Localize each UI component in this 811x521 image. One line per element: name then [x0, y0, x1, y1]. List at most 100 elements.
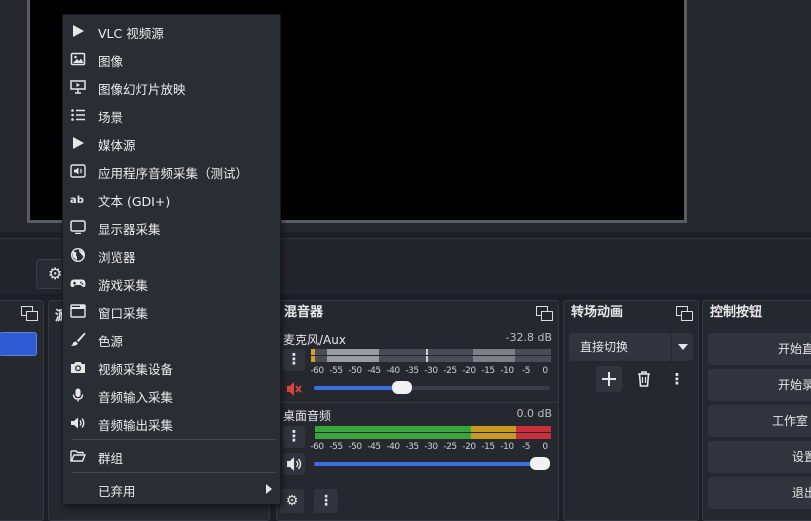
menu-item-label: 已弃用	[98, 484, 136, 499]
scene-item-selected[interactable]	[0, 332, 37, 356]
slideshow-icon	[70, 80, 86, 94]
menu-item-label: 场景	[98, 110, 124, 125]
chevron-down-icon[interactable]	[671, 333, 693, 361]
settings-button[interactable]: 设置	[708, 441, 811, 473]
mixer-channel-desktop: 桌面音频 0.0 dB ⋮ -60 -55 -50 -45 -40 -35 -30 -25 -2…	[280, 407, 555, 477]
menu-item-label: 文本 (GDI+)	[98, 194, 171, 209]
db-scale-tick: -35	[405, 442, 419, 452]
volume-slider-handle[interactable]	[392, 381, 412, 394]
menu-item-7[interactable]: ab 文本 (GDI+)	[63, 185, 280, 213]
exit-button[interactable]: 退出	[708, 477, 811, 509]
mixer-dock-title: 混音器	[277, 301, 558, 325]
menu-item-11[interactable]: 窗口采集	[63, 297, 280, 325]
db-scale-tick: -30	[424, 442, 438, 452]
start-recording-button[interactable]: 开始录	[708, 369, 811, 401]
volume-meter	[311, 426, 551, 440]
db-scale-tick: -40	[386, 442, 400, 452]
transitions-dock: 转场动画 直接切换 ⋮	[563, 300, 699, 521]
menu-item-6[interactable]: 应用程序音频采集（测试）	[63, 157, 280, 185]
db-scale-tick: -40	[386, 366, 400, 376]
image-icon	[70, 52, 86, 66]
db-scale: -60 -55 -50 -45 -40 -35 -30 -25 -20 -15 -10 -5 0	[310, 366, 551, 378]
muted-speaker-icon[interactable]	[283, 378, 305, 400]
popout-icon[interactable]	[676, 306, 693, 321]
obs-window: ⚙ 源 混音器 麦克风/Aux -32.8 dB ⋮	[0, 0, 811, 521]
volume-slider[interactable]	[314, 457, 550, 470]
trash-icon[interactable]	[631, 366, 657, 392]
menu-item-label: 浏览器	[98, 250, 136, 265]
studio-mode-button[interactable]: 工作室	[708, 405, 811, 437]
popout-icon[interactable]	[536, 306, 553, 321]
plus-icon[interactable]	[596, 366, 622, 392]
menu-item-label: 图像幻灯片放映	[98, 82, 186, 97]
db-scale-tick: -55	[329, 366, 343, 376]
menu-item-label: 音频输入采集	[98, 390, 174, 405]
controls-dock: 控制按钮 开始直 开始录 工作室 设置 退出	[702, 300, 811, 521]
menu-item-14[interactable]: 音频输入采集	[63, 381, 280, 409]
menu-item-13[interactable]: 视频采集设备	[63, 353, 280, 381]
channel-name: 桌面音频	[283, 409, 332, 423]
window-icon	[70, 304, 86, 318]
db-scale-tick: -25	[443, 442, 457, 452]
popout-icon[interactable]	[21, 306, 38, 321]
db-scale-tick: -60	[310, 442, 324, 452]
db-scale: -60 -55 -50 -45 -40 -35 -30 -25 -20 -15 -10 -5 0	[310, 442, 551, 454]
add-source-menu: VLC 视频源 图像图像幻灯片放映 场景媒体源应用程序音频采集（测试） ab 文本 (G…	[62, 14, 281, 505]
db-scale-tick: -50	[348, 366, 362, 376]
channel-db: -32.8 dB	[505, 331, 553, 344]
mixer-menu-button[interactable]: ⋮	[314, 489, 338, 513]
chevron-right-icon	[266, 484, 272, 494]
channel-db: 0.0 dB	[516, 407, 552, 420]
speaker-icon[interactable]	[283, 453, 305, 475]
menu-item-label: 群组	[98, 451, 124, 466]
channel-menu-button[interactable]: ⋮	[283, 349, 305, 371]
menu-item-2[interactable]: 图像	[63, 45, 280, 73]
menu-item-label: 应用程序音频采集（测试）	[98, 166, 249, 181]
volume-slider-handle[interactable]	[530, 457, 550, 470]
menu-item-label: 色源	[98, 334, 124, 349]
db-scale-tick: -35	[405, 366, 419, 376]
db-scale-tick: 0	[542, 442, 548, 452]
app-audio-icon	[70, 164, 86, 178]
db-scale-tick: -5	[522, 366, 530, 376]
menu-item-group[interactable]: 群组	[63, 442, 280, 470]
menu-item-5[interactable]: 媒体源	[63, 129, 280, 157]
menu-item-8[interactable]: 显示器采集	[63, 213, 280, 241]
menu-item-label: 窗口采集	[98, 306, 149, 321]
volume-slider[interactable]	[314, 381, 550, 394]
menu-item-9[interactable]: 浏览器	[63, 241, 280, 269]
transition-menu-button[interactable]: ⋮	[664, 366, 690, 392]
start-streaming-button[interactable]: 开始直	[708, 333, 811, 365]
menu-item-15[interactable]: 音频输出采集	[63, 409, 280, 437]
svg-text:ab: ab	[70, 195, 84, 206]
controls-dock-title: 控制按钮	[710, 305, 763, 320]
camera-icon	[71, 362, 85, 373]
db-scale-tick: -45	[367, 366, 381, 376]
brush-icon	[70, 332, 86, 346]
play-icon	[73, 25, 84, 37]
db-scale-tick: -60	[310, 366, 324, 376]
menu-item-10[interactable]: 游戏采集	[63, 269, 280, 297]
db-scale-tick: -30	[424, 366, 438, 376]
db-scale-tick: 0	[542, 366, 548, 376]
scenes-dock	[0, 300, 44, 521]
menu-item-1[interactable]: VLC 视频源	[63, 17, 280, 45]
transition-select[interactable]: 直接切换	[569, 333, 671, 361]
menu-item-label: 游戏采集	[98, 278, 149, 293]
monitor-icon	[70, 220, 86, 234]
db-scale-tick: -20	[462, 442, 476, 452]
transitions-title-label: 转场动画	[571, 305, 624, 320]
menu-item-label: 显示器采集	[98, 222, 161, 237]
text-icon: ab	[70, 195, 84, 206]
menu-item-4[interactable]: 场景	[63, 101, 280, 129]
channel-menu-button[interactable]: ⋮	[283, 426, 305, 448]
scenes-dock-title	[0, 301, 43, 325]
channel-name: 麦克风/Aux	[283, 333, 346, 347]
db-scale-tick: -15	[481, 442, 495, 452]
mixer-channel-mic: 麦克风/Aux -32.8 dB ⋮ -60 -55 -50 -45 -40 -35 -30…	[280, 331, 555, 401]
menu-item-3[interactable]: 图像幻灯片放映	[63, 73, 280, 101]
menu-item-12[interactable]: 色源	[63, 325, 280, 353]
db-scale-tick: -5	[522, 442, 530, 452]
gear-icon[interactable]: ⚙	[280, 489, 304, 513]
menu-item-deprecated[interactable]: 已弃用	[63, 475, 280, 503]
